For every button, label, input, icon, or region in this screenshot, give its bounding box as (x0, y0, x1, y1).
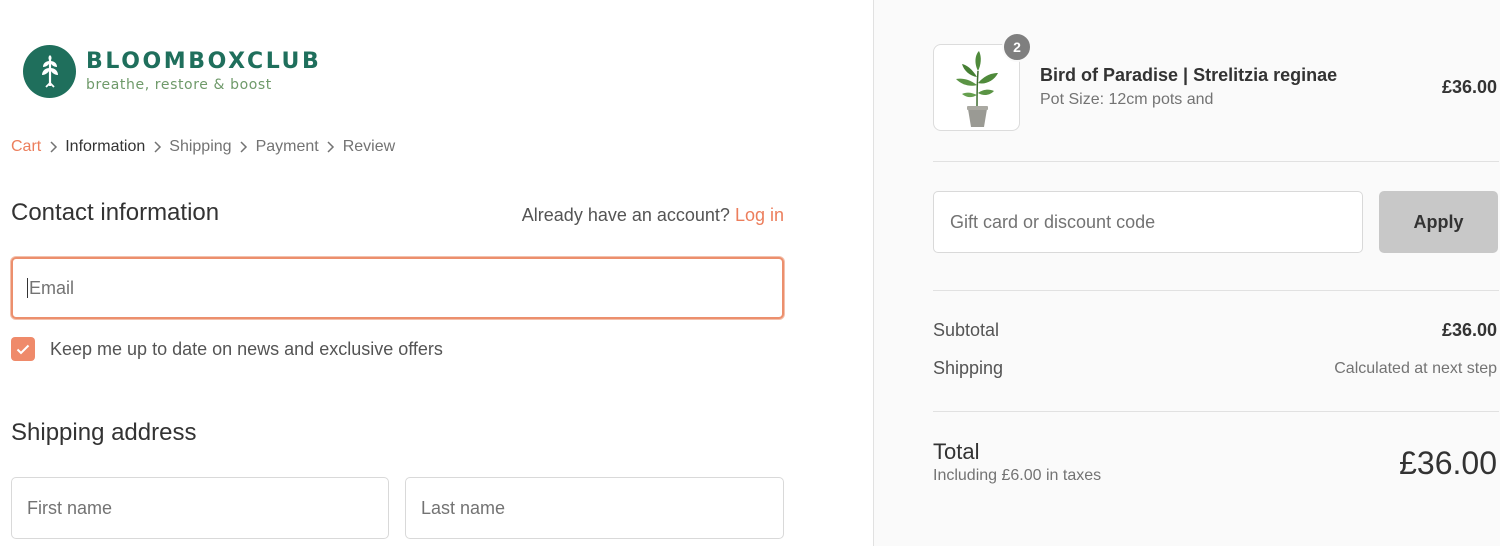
login-link[interactable]: Log in (735, 205, 784, 225)
total-tax-note: Including £6.00 in taxes (933, 467, 1102, 484)
newsletter-label: Keep me up to date on news and exclusive… (50, 338, 443, 359)
total-label: Total (933, 439, 980, 464)
total-value: £36.00 (1399, 445, 1497, 481)
chevron-right-icon (41, 141, 65, 153)
shipping-value: Calculated at next step (1334, 360, 1497, 377)
summary-divider (933, 161, 1499, 162)
account-prompt-text: Already have an account? (521, 205, 730, 225)
product-variant: Pot Size: 12cm pots and (1040, 91, 1214, 108)
last-name-field[interactable]: Last name (405, 477, 784, 539)
breadcrumb-shipping: Shipping (169, 138, 232, 155)
account-prompt: Already have an account? Log in (522, 205, 784, 226)
email-field[interactable]: Email (11, 257, 784, 319)
contact-information-heading: Contact information (11, 199, 220, 226)
newsletter-option[interactable]: Keep me up to date on news and exclusive… (11, 337, 443, 361)
text-caret (27, 278, 28, 298)
shipping-address-heading: Shipping address (11, 419, 197, 446)
subtotal-value: £36.00 (1441, 320, 1497, 340)
summary-divider (933, 411, 1499, 412)
order-summary-panel: 2 Bird of Paradise | Strelitzia reginae … (873, 0, 1500, 546)
quantity-badge: 2 (1002, 32, 1032, 62)
chevron-right-icon (145, 141, 169, 153)
breadcrumb-payment: Payment (255, 138, 319, 155)
summary-divider (933, 290, 1499, 291)
brand-tagline: breathe, restore & boost (86, 77, 272, 93)
last-name-placeholder: Last name (421, 497, 506, 518)
product-price: £36.00 (1441, 77, 1497, 97)
brand-name: BLOOMBOXCLUB (86, 49, 322, 74)
chevron-right-icon (319, 141, 343, 153)
subtotal-label: Subtotal (933, 320, 1000, 340)
breadcrumb-cart[interactable]: Cart (11, 138, 41, 156)
shipping-label: Shipping (933, 358, 1004, 378)
checkout-main-panel: BLOOMBOXCLUB breathe, restore & boost Ca… (0, 0, 873, 546)
breadcrumb-review: Review (342, 138, 396, 155)
chevron-right-icon (232, 141, 256, 153)
leaf-logo-icon (23, 45, 76, 98)
brand-logo[interactable]: BLOOMBOXCLUB breathe, restore & boost (23, 45, 321, 98)
discount-code-field[interactable]: Gift card or discount code (933, 191, 1363, 253)
first-name-placeholder: First name (27, 497, 113, 518)
breadcrumb: Cart Information Shipping Payment Review (11, 137, 395, 157)
product-name: Bird of Paradise | Strelitzia reginae (1040, 65, 1338, 85)
checkmark-icon (16, 344, 30, 354)
email-placeholder: Email (29, 277, 75, 298)
breadcrumb-information: Information (65, 138, 146, 155)
first-name-field[interactable]: First name (11, 477, 389, 539)
discount-code-placeholder: Gift card or discount code (950, 211, 1156, 232)
apply-discount-button[interactable]: Apply (1379, 191, 1498, 253)
newsletter-checkbox[interactable] (11, 337, 35, 361)
